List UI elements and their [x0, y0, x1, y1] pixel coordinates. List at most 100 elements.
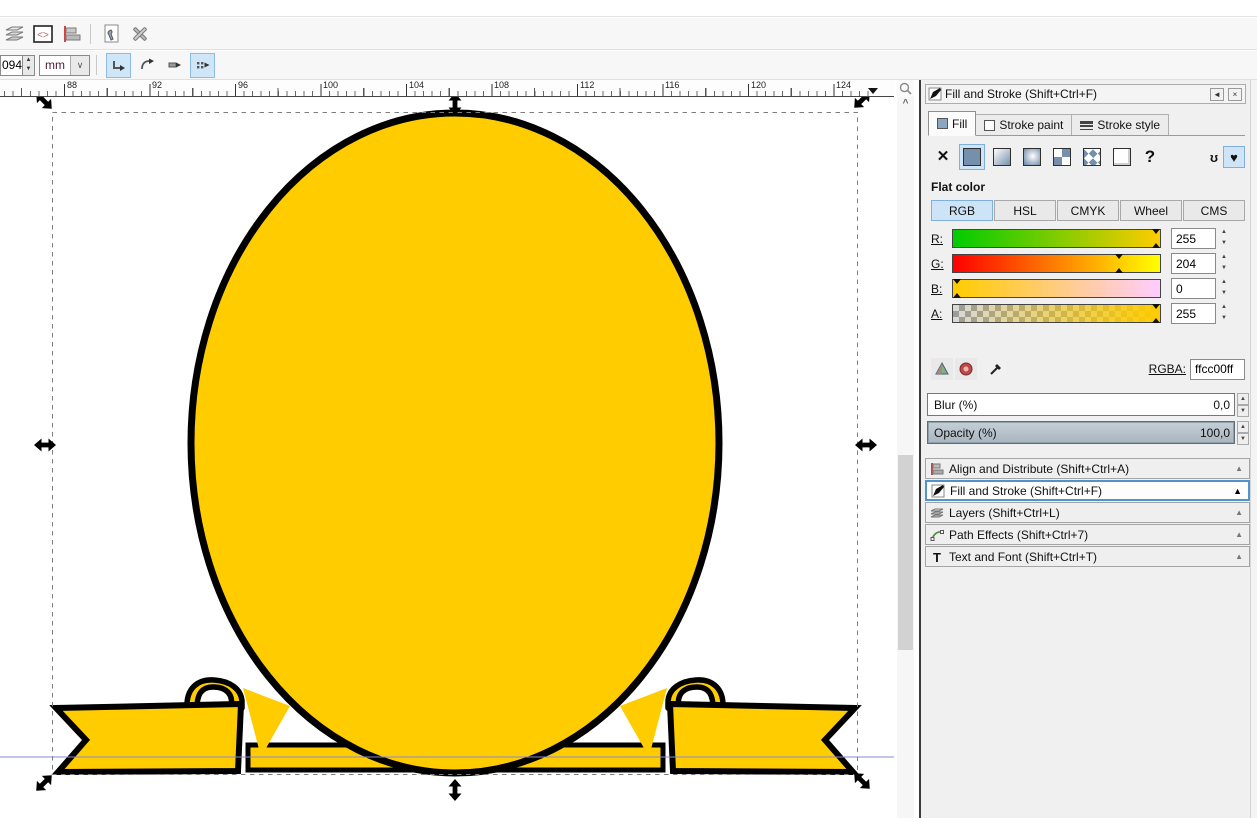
swatch-icon — [1083, 148, 1101, 166]
blue-slider[interactable] — [952, 279, 1161, 298]
tab-rgb[interactable]: RGB — [931, 200, 993, 221]
tab-stroke-style-label: Stroke style — [1097, 118, 1160, 132]
svg-text:T: T — [933, 550, 941, 564]
color-managed-button[interactable] — [931, 358, 953, 380]
opacity-spinner[interactable]: ▲ ▼ — [1237, 421, 1249, 444]
red-spinner[interactable]: ▲▼ — [1218, 228, 1230, 249]
slider-marker[interactable] — [1152, 318, 1160, 323]
slider-marker[interactable] — [953, 279, 961, 284]
dock-item-align-distribute[interactable]: Align and Distribute (Shift+Ctrl+A) ▲ — [925, 458, 1250, 479]
green-spinner[interactable]: ▲▼ — [1218, 253, 1230, 274]
green-slider-row: G: ▲▼ — [931, 251, 1245, 276]
align-distribute-button[interactable] — [58, 21, 84, 47]
spin-up-icon: ▲ — [23, 56, 34, 66]
opacity-slider[interactable]: Opacity (%) 100,0 — [927, 421, 1235, 444]
paint-linear-gradient-button[interactable] — [989, 144, 1015, 170]
paint-unknown-button[interactable] — [1109, 144, 1135, 170]
out-of-gamut-button[interactable] — [955, 358, 977, 380]
dock-item-path-effects[interactable]: Path Effects (Shift+Ctrl+7) ▲ — [925, 524, 1250, 545]
preferences-button[interactable] — [127, 21, 153, 47]
red-slider[interactable] — [952, 229, 1161, 248]
paint-none-button[interactable]: ✕ — [931, 144, 955, 170]
height-spinner[interactable]: ▲ ▼ — [22, 55, 35, 76]
green-slider[interactable] — [952, 254, 1161, 273]
tab-cms[interactable]: CMS — [1183, 200, 1245, 221]
slider-marker[interactable] — [1115, 254, 1123, 259]
panel-close-button[interactable]: × — [1228, 88, 1242, 101]
dock-item-fill-stroke[interactable]: Fill and Stroke (Shift+Ctrl+F) ▲ — [925, 480, 1250, 501]
collapse-arrow-icon[interactable]: ▲ — [1235, 508, 1243, 517]
drawing-canvas[interactable] — [0, 97, 894, 818]
slider-marker[interactable] — [1152, 229, 1160, 234]
toggle-scale-stroke-width[interactable] — [106, 53, 131, 78]
paint-question-button[interactable]: ? — [1139, 147, 1161, 167]
horizontal-ruler[interactable]: 88 92 96 100 104 108 112 116 120 124 — [0, 80, 894, 97]
tab-stroke-paint[interactable]: Stroke paint — [976, 114, 1072, 136]
scroll-up-icon[interactable]: ^ — [897, 97, 914, 113]
tab-fill[interactable]: Fill — [928, 111, 976, 136]
ribbon-banner-left[interactable] — [56, 704, 241, 772]
green-value-input[interactable] — [1171, 253, 1216, 274]
scale-handle-s[interactable] — [449, 779, 462, 801]
height-input[interactable] — [0, 55, 22, 76]
document-properties-button[interactable] — [99, 21, 125, 47]
scale-stroke-icon — [111, 57, 127, 73]
paint-flat-button[interactable] — [959, 144, 985, 170]
paint-pattern-button[interactable] — [1049, 144, 1075, 170]
blur-slider[interactable]: Blur (%) 0,0 — [927, 393, 1235, 416]
ribbon-banner-right[interactable] — [670, 704, 855, 772]
scale-handle-nw[interactable] — [32, 97, 57, 113]
dock-item-layers[interactable]: Layers (Shift+Ctrl+L) ▲ — [925, 502, 1250, 523]
tab-hsl[interactable]: HSL — [994, 200, 1056, 221]
panel-collapse-button[interactable]: ◄ — [1210, 88, 1224, 101]
slider-marker[interactable] — [1115, 268, 1123, 273]
inkscape-window: <> ▲ — [0, 0, 1257, 818]
rgba-input[interactable] — [1190, 359, 1245, 380]
collapse-arrow-icon[interactable]: ▲ — [1233, 486, 1242, 496]
slider-marker[interactable] — [953, 293, 961, 298]
toggle-scale-rounded-corners[interactable] — [134, 53, 159, 78]
scale-handle-ne[interactable] — [850, 97, 875, 112]
fillrule-evenodd-button[interactable]: ʊ — [1205, 148, 1223, 166]
green-label: G: — [931, 257, 952, 271]
panel-scrollbar-strip[interactable] — [1250, 80, 1257, 818]
ellipse-shape[interactable] — [191, 113, 719, 773]
alpha-spinner[interactable]: ▲▼ — [1218, 303, 1230, 324]
alpha-slider[interactable] — [952, 304, 1161, 323]
toggle-move-gradients[interactable] — [162, 53, 187, 78]
blue-spinner[interactable]: ▲▼ — [1218, 278, 1230, 299]
spin-down-icon: ▼ — [1218, 239, 1230, 250]
dock-item-text-font[interactable]: T Text and Font (Shift+Ctrl+T) ▲ — [925, 546, 1250, 567]
scrollbar-thumb[interactable] — [898, 455, 913, 650]
blur-spinner[interactable]: ▲ ▼ — [1237, 393, 1249, 416]
slider-marker[interactable] — [1152, 243, 1160, 248]
spin-down-icon: ▼ — [1218, 264, 1230, 275]
tab-cmyk[interactable]: CMYK — [1057, 200, 1119, 221]
slider-marker[interactable] — [1152, 304, 1160, 309]
tab-wheel[interactable]: Wheel — [1120, 200, 1182, 221]
collapse-arrow-icon[interactable]: ▲ — [1235, 530, 1243, 539]
fillrule-nonzero-button[interactable]: ♥ — [1223, 146, 1245, 168]
paint-swatch-button[interactable] — [1079, 144, 1105, 170]
path-effects-icon — [929, 528, 945, 542]
scale-handle-w[interactable] — [34, 439, 56, 452]
ruler-number: 96 — [238, 80, 248, 90]
fill-and-stroke-panel: Fill and Stroke (Shift+Ctrl+F) ◄ × Fill … — [919, 80, 1250, 818]
toggle-move-patterns[interactable] — [190, 53, 215, 78]
scale-handle-e[interactable] — [855, 439, 877, 452]
xml-editor-button[interactable]: <> — [30, 21, 56, 47]
blue-label: B: — [931, 282, 952, 296]
collapse-arrow-icon[interactable]: ▲ — [1235, 552, 1243, 561]
alpha-value-input[interactable] — [1171, 303, 1216, 324]
layers-dialog-button[interactable] — [2, 21, 28, 47]
blue-value-input[interactable] — [1171, 278, 1216, 299]
toolbar-separator — [96, 55, 97, 75]
unit-dropdown[interactable]: mm ∨ — [39, 55, 90, 76]
red-value-input[interactable] — [1171, 228, 1216, 249]
pick-color-button[interactable] — [985, 358, 1007, 380]
paint-radial-gradient-button[interactable] — [1019, 144, 1045, 170]
tab-stroke-style[interactable]: Stroke style — [1072, 114, 1169, 136]
canvas-vertical-scrollbar[interactable]: ^ — [897, 97, 914, 818]
collapse-arrow-icon[interactable]: ▲ — [1235, 464, 1243, 473]
zoom-corner-button[interactable] — [897, 80, 914, 97]
